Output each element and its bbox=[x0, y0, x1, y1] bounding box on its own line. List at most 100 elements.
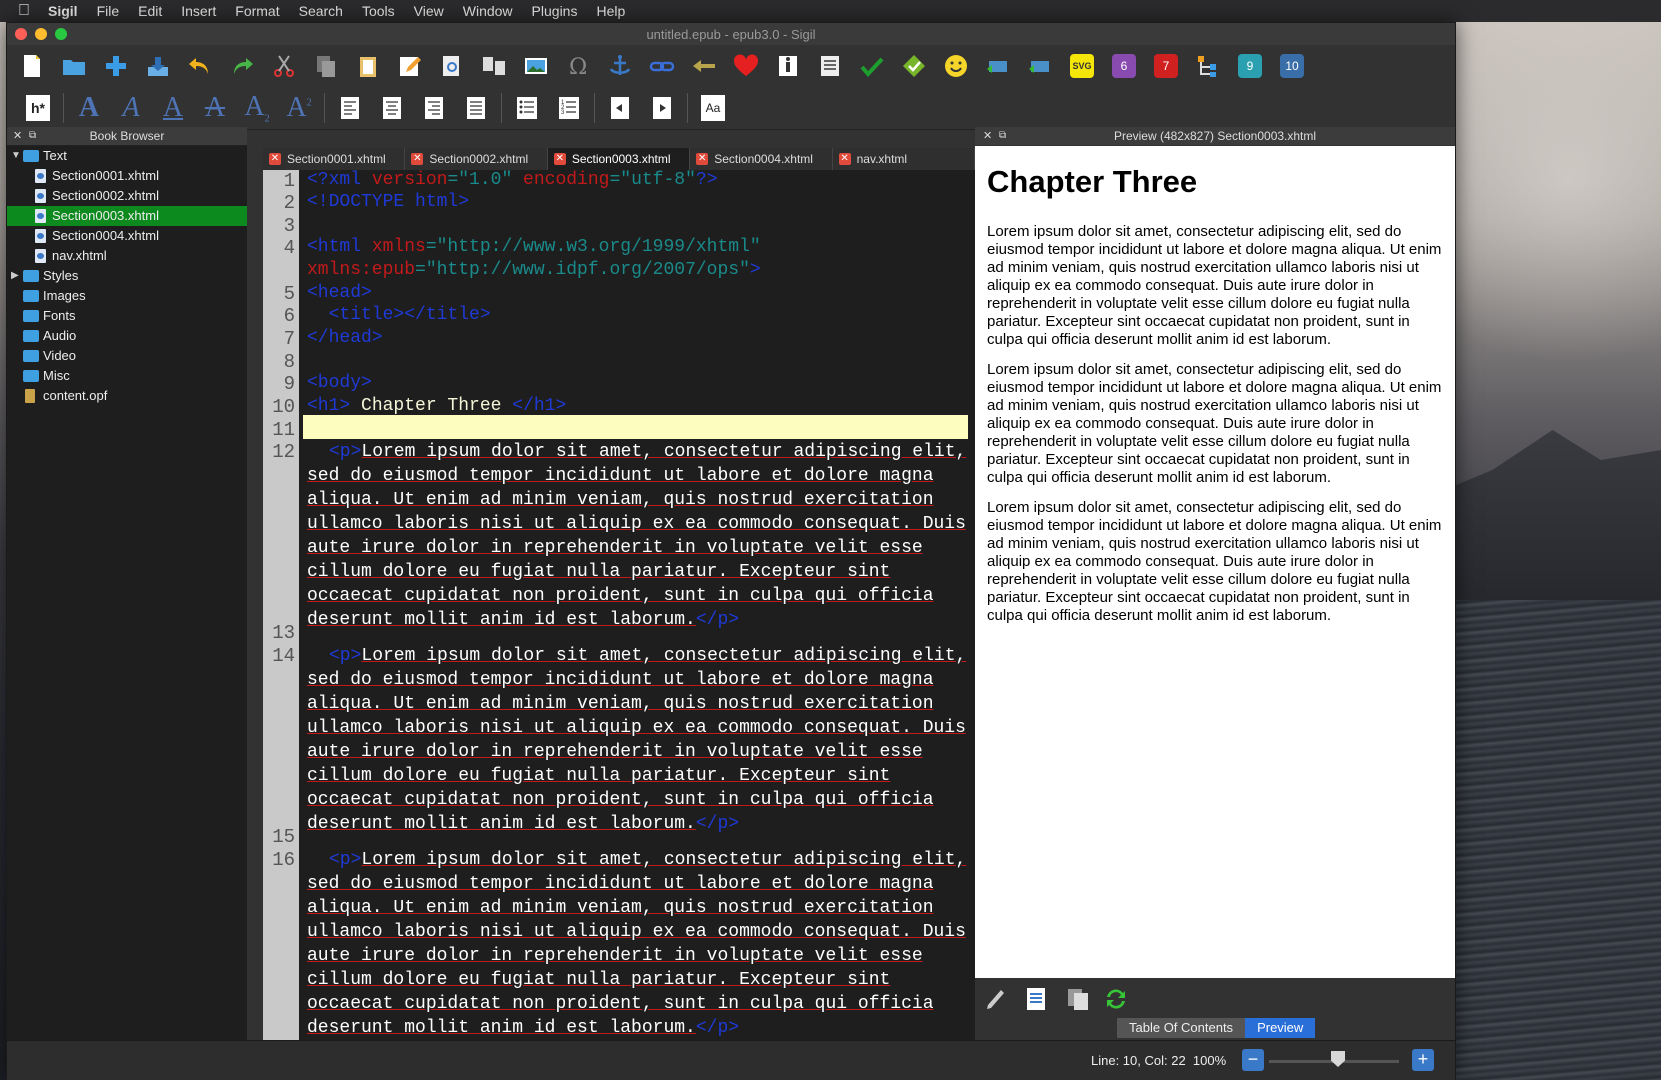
svg-plugin-button[interactable]: SVG bbox=[1065, 49, 1099, 83]
close-icon[interactable]: ✕ bbox=[983, 127, 992, 145]
tree-item-text[interactable]: ▼ Text bbox=[7, 146, 247, 166]
new-file-button[interactable] bbox=[15, 49, 49, 83]
well-formed-check-button[interactable] bbox=[939, 49, 973, 83]
validate-epub-button[interactable] bbox=[897, 49, 931, 83]
open-file-button[interactable] bbox=[57, 49, 91, 83]
align-center-button[interactable] bbox=[375, 91, 409, 125]
plugin-one-button[interactable] bbox=[981, 49, 1015, 83]
menu-sigil[interactable]: Sigil bbox=[48, 3, 78, 19]
menu-plugins[interactable]: Plugins bbox=[532, 3, 578, 19]
tab-section0003-xhtml[interactable]: ✕ Section0003.xhtml bbox=[547, 148, 691, 170]
underline-button[interactable]: A bbox=[156, 91, 190, 125]
zoom-in-button[interactable]: + bbox=[1412, 1049, 1434, 1071]
float-icon[interactable]: ⧉ bbox=[999, 127, 1006, 145]
tree-item-nav-xhtml[interactable]: nav.xhtml bbox=[7, 246, 247, 266]
heading-select-button[interactable]: h* bbox=[21, 91, 55, 125]
tree-item-section0004-xhtml[interactable]: Section0004.xhtml bbox=[7, 226, 247, 246]
tree-item-audio[interactable]: Audio bbox=[7, 326, 247, 346]
numbered-list-button[interactable]: 123 bbox=[552, 91, 586, 125]
cut-button[interactable] bbox=[267, 49, 301, 83]
close-icon[interactable]: ✕ bbox=[13, 127, 22, 145]
menu-view[interactable]: View bbox=[414, 3, 444, 19]
apple-icon[interactable]:  bbox=[18, 3, 34, 19]
tab-section0002-xhtml[interactable]: ✕ Section0002.xhtml bbox=[405, 148, 548, 170]
close-tab-icon[interactable]: ✕ bbox=[411, 153, 424, 165]
tree-item-section0002-xhtml[interactable]: Section0002.xhtml bbox=[7, 186, 247, 206]
book-info-button[interactable] bbox=[771, 49, 805, 83]
tab-section0004-xhtml[interactable]: ✕ Section0004.xhtml bbox=[690, 148, 833, 170]
tree-item-section0001-xhtml[interactable]: Section0001.xhtml bbox=[7, 166, 247, 186]
subscript-button[interactable]: A2 bbox=[240, 91, 274, 125]
copy-preview-button[interactable] bbox=[1065, 986, 1091, 1012]
bullet-list-button[interactable] bbox=[510, 91, 544, 125]
menu-format[interactable]: Format bbox=[235, 3, 279, 19]
tree-item-fonts[interactable]: Fonts bbox=[7, 306, 247, 326]
decrease-indent-button[interactable] bbox=[603, 91, 637, 125]
plugin-6-button[interactable]: 6 bbox=[1107, 49, 1141, 83]
save-button[interactable] bbox=[141, 49, 175, 83]
justify-button[interactable] bbox=[459, 91, 493, 125]
insert-image-button[interactable] bbox=[519, 49, 553, 83]
close-window-button[interactable] bbox=[15, 28, 27, 40]
maximize-window-button[interactable] bbox=[55, 28, 67, 40]
change-case-button[interactable]: Aa bbox=[696, 91, 730, 125]
minimize-window-button[interactable] bbox=[35, 28, 47, 40]
paste-button[interactable] bbox=[351, 49, 385, 83]
zoom-slider-handle[interactable] bbox=[1331, 1051, 1345, 1067]
plugin-10-button[interactable]: 10 bbox=[1275, 49, 1309, 83]
zoom-out-button[interactable]: − bbox=[1242, 1049, 1264, 1071]
insert-anchor-button[interactable] bbox=[603, 49, 637, 83]
menu-tools[interactable]: Tools bbox=[362, 3, 395, 19]
redo-button[interactable] bbox=[225, 49, 259, 83]
undo-button[interactable] bbox=[183, 49, 217, 83]
float-icon[interactable]: ⧉ bbox=[29, 127, 36, 145]
close-tab-icon[interactable]: ✕ bbox=[696, 153, 709, 165]
donate-button[interactable] bbox=[729, 49, 763, 83]
reload-preview-button[interactable] bbox=[1103, 986, 1129, 1012]
italic-button[interactable]: A bbox=[114, 91, 148, 125]
close-tab-icon[interactable]: ✕ bbox=[553, 153, 566, 165]
tree-item-content-opf[interactable]: content.opf bbox=[7, 386, 247, 406]
align-left-button[interactable] bbox=[333, 91, 367, 125]
menu-search[interactable]: Search bbox=[299, 3, 343, 19]
chevron-down-icon[interactable]: ▼ bbox=[11, 146, 21, 166]
tab-section0001-xhtml[interactable]: ✕ Section0001.xhtml bbox=[263, 148, 406, 170]
plugin-7-button[interactable]: 7 bbox=[1149, 49, 1183, 83]
close-tab-icon[interactable]: ✕ bbox=[838, 153, 851, 165]
insert-special-char-button[interactable]: Ω bbox=[561, 49, 595, 83]
menu-insert[interactable]: Insert bbox=[181, 3, 216, 19]
superscript-button[interactable]: A2 bbox=[282, 91, 316, 125]
find-button[interactable] bbox=[435, 49, 469, 83]
bold-button[interactable]: A bbox=[72, 91, 106, 125]
code-editor[interactable]: 1 2 3 4 5 6 7 8 9 10 11 12 13 14 15 16 <… bbox=[263, 170, 975, 1062]
select-all-button[interactable] bbox=[1023, 986, 1049, 1012]
inspect-button[interactable] bbox=[983, 986, 1009, 1012]
menu-help[interactable]: Help bbox=[596, 3, 625, 19]
preview-pane[interactable]: Chapter Three Lorem ipsum dolor sit amet… bbox=[975, 146, 1455, 978]
edit-metadata-button[interactable] bbox=[393, 49, 427, 83]
align-right-button[interactable] bbox=[417, 91, 451, 125]
insert-link-button[interactable] bbox=[645, 49, 679, 83]
menu-edit[interactable]: Edit bbox=[138, 3, 162, 19]
tab-preview[interactable]: Preview bbox=[1245, 1018, 1316, 1038]
tree-item-misc[interactable]: Misc bbox=[7, 366, 247, 386]
tree-item-video[interactable]: Video bbox=[7, 346, 247, 366]
tab-nav-xhtml[interactable]: ✕ nav.xhtml bbox=[832, 148, 976, 170]
plugin-9-button[interactable]: 9 bbox=[1233, 49, 1267, 83]
spellcheck-button[interactable] bbox=[855, 49, 889, 83]
copy-button[interactable] bbox=[309, 49, 343, 83]
tree-plugin-button[interactable] bbox=[1191, 49, 1225, 83]
tab-table-of-contents[interactable]: Table Of Contents bbox=[1117, 1018, 1246, 1038]
tree-item-images[interactable]: Images bbox=[7, 286, 247, 306]
reports-button[interactable] bbox=[813, 49, 847, 83]
close-tab-icon[interactable]: ✕ bbox=[269, 153, 281, 165]
add-file-button[interactable] bbox=[99, 49, 133, 83]
menu-file[interactable]: File bbox=[97, 3, 120, 19]
go-back-button[interactable] bbox=[687, 49, 721, 83]
strikethrough-button[interactable]: A bbox=[198, 91, 232, 125]
chevron-right-icon[interactable]: ▶ bbox=[11, 266, 19, 286]
tree-item-styles[interactable]: ▶ Styles bbox=[7, 266, 247, 286]
tree-item-section0003-xhtml[interactable]: Section0003.xhtml bbox=[7, 206, 247, 226]
increase-indent-button[interactable] bbox=[645, 91, 679, 125]
menu-window[interactable]: Window bbox=[463, 3, 513, 19]
